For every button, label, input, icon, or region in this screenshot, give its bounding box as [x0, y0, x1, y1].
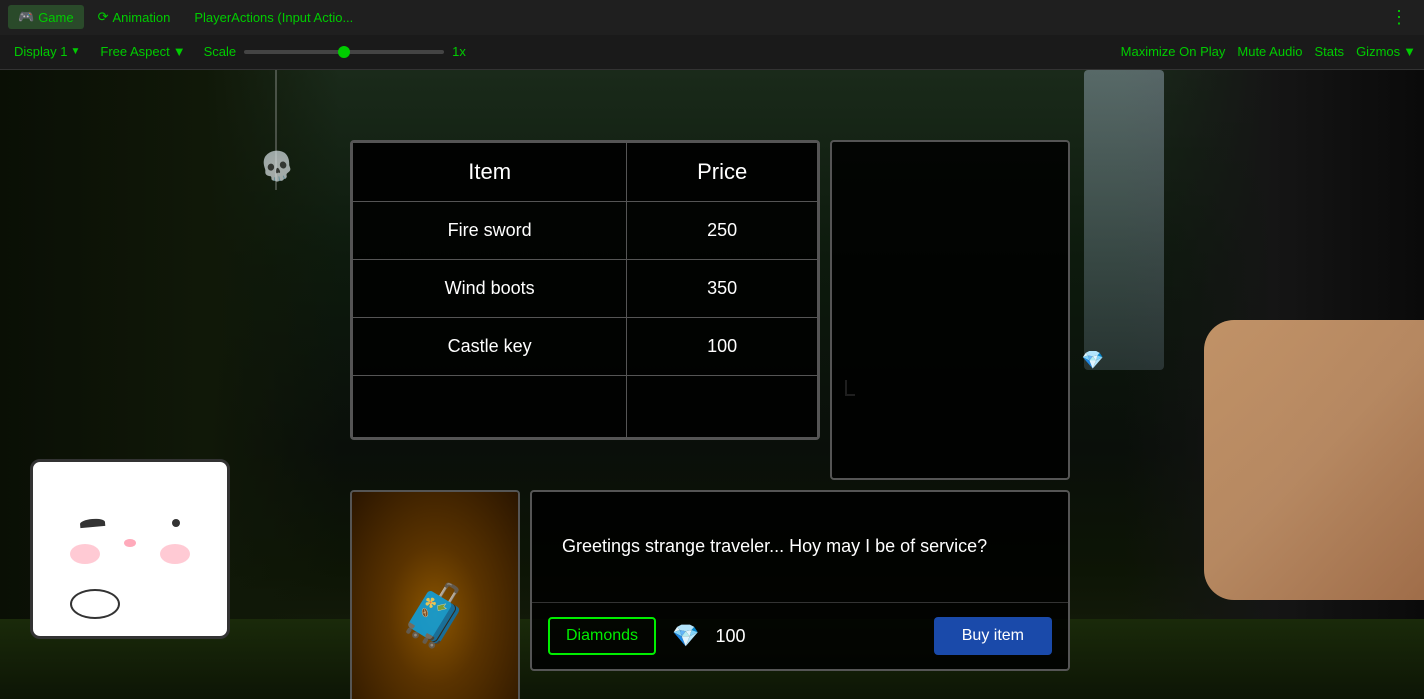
col-item-header: Item: [353, 143, 627, 202]
display-selector[interactable]: Display 1 ▼: [8, 41, 86, 62]
scale-value: 1x: [452, 44, 466, 59]
diamond-count: 100: [715, 626, 745, 647]
col-price-header: Price: [627, 143, 818, 202]
item-name: Wind boots: [353, 260, 627, 318]
gizmos-arrow-icon: ▼: [1403, 44, 1416, 59]
animation-icon: ⟳: [98, 9, 109, 25]
toolbar-right-buttons: Maximize On Play Mute Audio Stats Gizmos…: [1121, 44, 1416, 59]
aspect-arrow-icon: ▼: [173, 44, 186, 59]
aspect-label: Free Aspect: [100, 44, 169, 59]
scale-label: Scale: [204, 44, 237, 59]
dialog-text-area: Greetings strange traveler... Hoy may I …: [532, 492, 1068, 602]
cat-face: [50, 479, 210, 619]
more-options-button[interactable]: ⋮: [1382, 7, 1416, 28]
dialog-panel: Greetings strange traveler... Hoy may I …: [530, 490, 1070, 671]
player-actions-label: PlayerActions (Input Actio...: [194, 10, 353, 25]
gem-pickup: 💎: [1082, 350, 1104, 371]
scale-slider[interactable]: [244, 50, 444, 54]
game-viewport: 💀 💎 Item Price Fire sword: [0, 70, 1424, 699]
maximize-play-button[interactable]: Maximize On Play: [1121, 44, 1226, 59]
item-price: 250: [627, 202, 818, 260]
display-label: Display 1: [14, 44, 67, 59]
shop-bottom-bar: Diamonds 💎 100 Buy item: [532, 602, 1068, 669]
item-preview-panel: [830, 140, 1070, 480]
right-hand-visual: [1204, 320, 1424, 600]
stats-button[interactable]: Stats: [1314, 44, 1344, 59]
item-price: 350: [627, 260, 818, 318]
scale-section: Scale 1x: [204, 44, 466, 59]
gizmos-label: Gizmos: [1356, 44, 1400, 59]
item-name: Castle key: [353, 318, 627, 376]
aspect-selector[interactable]: Free Aspect ▼: [94, 41, 191, 62]
cat-character: [30, 459, 230, 639]
buy-item-button[interactable]: Buy item: [934, 617, 1052, 655]
table-row[interactable]: Wind boots 350: [353, 260, 818, 318]
table-row[interactable]: Fire sword 250: [353, 202, 818, 260]
item-image-panel: 🧳: [350, 490, 520, 699]
diamond-icon: 💎: [672, 623, 699, 649]
gizmos-button[interactable]: Gizmos ▼: [1356, 44, 1416, 59]
waterfall-visual: [1084, 70, 1164, 370]
diamonds-button[interactable]: Diamonds: [548, 617, 656, 655]
cat-cheek-right: [160, 544, 190, 564]
item-price: 100: [627, 318, 818, 376]
cat-cheek-left: [70, 544, 100, 564]
skeleton-character: 💀: [257, 147, 297, 186]
item-image-display: 🧳: [352, 492, 518, 699]
dialog-text: Greetings strange traveler... Hoy may I …: [562, 534, 987, 559]
animation-menu[interactable]: ⟳ Animation: [88, 5, 181, 29]
toolbar-bottom-row: Display 1 ▼ Free Aspect ▼ Scale 1x Maxim…: [0, 35, 1424, 70]
animation-label: Animation: [113, 10, 171, 25]
item-name: Fire sword: [353, 202, 627, 260]
toolbar-top-row: 🎮 Game ⟳ Animation PlayerActions (Input …: [0, 0, 1424, 35]
empty-cell: [627, 376, 818, 438]
item-icon: 🧳: [398, 580, 473, 651]
toolbar: 🎮 Game ⟳ Animation PlayerActions (Input …: [0, 0, 1424, 70]
game-menu[interactable]: 🎮 Game: [8, 5, 84, 29]
cat-nose: [124, 539, 136, 547]
game-icon: 🎮: [18, 9, 34, 25]
empty-cell: [353, 376, 627, 438]
table-row-empty: [353, 376, 818, 438]
table-row[interactable]: Castle key 100: [353, 318, 818, 376]
display-arrow-icon: ▼: [70, 46, 80, 57]
player-actions-menu[interactable]: PlayerActions (Input Actio...: [184, 6, 363, 29]
cat-eye-right: [172, 519, 180, 527]
shop-table: Item Price Fire sword 250 Wind boots 350…: [350, 140, 820, 440]
more-icon: ⋮: [1390, 7, 1408, 27]
cat-eye-left: [80, 518, 106, 528]
game-label: Game: [38, 10, 73, 25]
mute-audio-button[interactable]: Mute Audio: [1237, 44, 1302, 59]
scale-thumb: [338, 46, 350, 58]
cat-paw: [70, 589, 120, 619]
